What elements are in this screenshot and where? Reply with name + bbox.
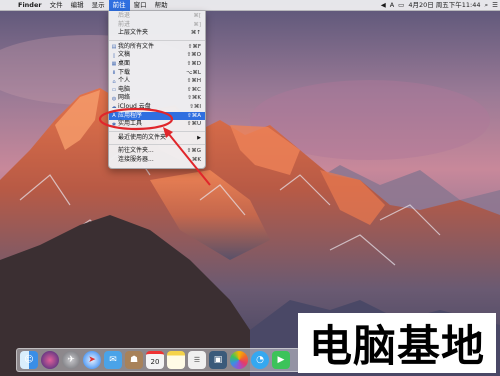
go-menu-dropdown: 后退 ⌘[ 前进 ⌘] 上层文件夹 ⌘↑ ▤ 我的所有文件 ⇧⌘F ▯ 文稿 ⇧… <box>108 11 206 169</box>
desktop-icon: ▦ <box>111 61 117 68</box>
reminders-icon[interactable]: ☰ <box>188 351 206 369</box>
volume-icon[interactable]: ◀ <box>379 0 388 11</box>
photos-icon[interactable] <box>230 351 248 369</box>
menu-item-utilities[interactable]: ✱ 实用工具 ⇧⌘U <box>109 120 205 129</box>
menu-go[interactable]: 前往 <box>108 0 130 11</box>
dock: ☺ ✈ ➤ ✉ ☗ 20 ☰ ▣ ◔ ▶ <box>16 348 300 372</box>
menu-view[interactable]: 显示 <box>88 0 109 11</box>
network-icon: ◍ <box>111 95 117 102</box>
mail-icon[interactable]: ✉ <box>104 351 122 369</box>
menu-item-connect-to-server[interactable]: 连接服务器... ⌘K <box>109 156 205 165</box>
photo-booth-icon[interactable]: ▣ <box>209 351 227 369</box>
menu-separator <box>109 130 205 132</box>
computer-icon: ▭ <box>111 87 117 94</box>
menu-separator <box>109 144 205 146</box>
menu-item-icloud-drive[interactable]: ☁ iCloud 云盘 ⇧⌘I <box>109 103 205 112</box>
notification-center-icon[interactable]: ☰ <box>490 0 500 11</box>
clock[interactable]: 4月20日 周五下午11:44 <box>406 0 482 11</box>
home-icon: ⌂ <box>112 78 116 85</box>
menu-item-network[interactable]: ◍ 网络 ⇧⌘K <box>109 94 205 103</box>
search-icon[interactable]: ⌕ <box>483 0 491 11</box>
menu-finder[interactable]: Finder <box>14 0 46 11</box>
safari-icon[interactable]: ➤ <box>83 351 101 369</box>
menu-item-forward[interactable]: 前进 ⌘] <box>109 21 205 30</box>
status-area: ◀ A ▭ 4月20日 周五下午11:44 ⌕ ☰ <box>379 0 500 11</box>
utilities-icon: ✱ <box>111 121 117 128</box>
facetime-icon[interactable]: ▶ <box>272 351 290 369</box>
notes-icon[interactable] <box>167 351 185 369</box>
watermark-logo: 电脑基地 <box>298 313 496 373</box>
menu-bar: Finder 文件 编辑 显示 前往 窗口 帮助 ◀ A ▭ 4月20日 周五下… <box>0 0 500 11</box>
menu-help[interactable]: 帮助 <box>151 0 172 11</box>
menu-item-desktop[interactable]: ▦ 桌面 ⇧⌘D <box>109 60 205 69</box>
contacts-icon[interactable]: ☗ <box>125 351 143 369</box>
icloud-icon: ☁ <box>111 104 117 111</box>
menu-item-home[interactable]: ⌂ 个人 ⇧⌘H <box>109 77 205 86</box>
input-method-indicator[interactable]: A <box>388 0 396 11</box>
all-files-icon: ▤ <box>111 44 117 51</box>
applications-icon: A <box>112 113 116 120</box>
menu-file[interactable]: 文件 <box>46 0 67 11</box>
submenu-arrow-icon: ▶ <box>197 134 201 141</box>
documents-icon: ▯ <box>112 52 116 59</box>
menu-item-enclosing-folder[interactable]: 上层文件夹 ⌘↑ <box>109 29 205 38</box>
menu-item-documents[interactable]: ▯ 文稿 ⇧⌘O <box>109 51 205 60</box>
battery-icon[interactable]: ▭ <box>396 0 406 11</box>
watermark-text: 电脑基地 <box>309 322 485 372</box>
downloads-icon: ⬇ <box>111 70 117 77</box>
menu-edit[interactable]: 编辑 <box>67 0 88 11</box>
menu-window[interactable]: 窗口 <box>130 0 151 11</box>
menu-item-recent-folders[interactable]: 最近使用的文件夹 ▶ <box>109 134 205 143</box>
launchpad-icon[interactable]: ✈ <box>62 351 80 369</box>
siri-icon[interactable] <box>41 351 59 369</box>
finder-icon[interactable]: ☺ <box>20 351 38 369</box>
menu-item-go-to-folder[interactable]: 前往文件夹... ⇧⌘G <box>109 147 205 156</box>
messages-icon[interactable]: ◔ <box>251 351 269 369</box>
calendar-icon[interactable]: 20 <box>146 351 164 369</box>
menu-separator <box>109 39 205 41</box>
menu-item-downloads[interactable]: ⬇ 下载 ⌥⌘L <box>109 69 205 78</box>
menu-item-back[interactable]: 后退 ⌘[ <box>109 12 205 21</box>
menu-item-applications[interactable]: A 应用程序 ⇧⌘A <box>109 111 205 121</box>
